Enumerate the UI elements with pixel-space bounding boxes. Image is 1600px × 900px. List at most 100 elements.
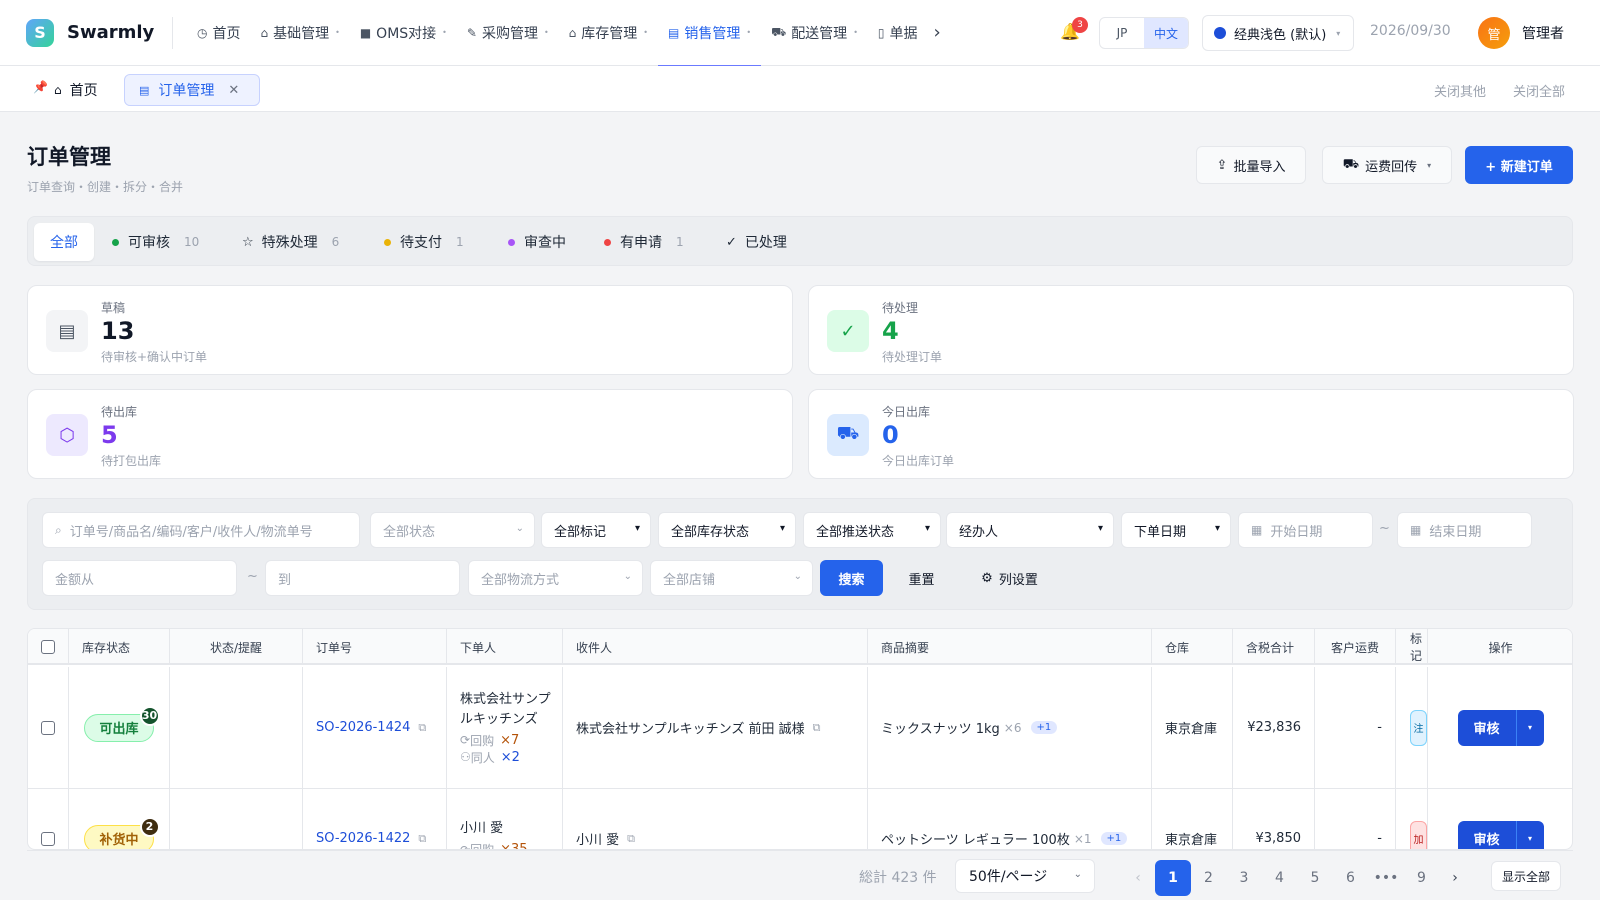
order-tag-badge[interactable]: 加 <box>1410 820 1427 849</box>
status-filter-tabs: 全部 可审核 10 ☆ 特殊处理 6 待支付 1 审查中 有申请 1 ✓ 已处理 <box>27 216 1573 266</box>
chevron-down-icon[interactable]: ▾ <box>1515 709 1544 746</box>
bulk-import-button[interactable]: ⇪ 批量导入 <box>1196 146 1306 184</box>
order-number-link[interactable]: SO-2026-1422 <box>316 831 410 846</box>
nav-item-label: OMS对接 <box>376 25 437 42</box>
shop-select[interactable]: 全部店铺 ⌄ <box>650 560 813 596</box>
card-label: 待出库 <box>101 405 138 419</box>
order-tag-badge[interactable]: 注 <box>1410 709 1427 746</box>
column-header: 标记 <box>1396 629 1428 665</box>
table-row[interactable]: 补货中 2 SO-2026-1422 ⧉ 小川 愛 ⟳ 回购 ×35 小川 愛 ⧉ ペットシーツ … <box>28 789 1572 849</box>
tab-status-4[interactable]: 审查中 <box>508 223 566 261</box>
lang-zh-button[interactable]: 中文 <box>1144 18 1188 48</box>
page-button[interactable]: 5 <box>1297 860 1333 896</box>
amount-range-separator: ~ <box>247 569 258 584</box>
product-summary-cell: ミックスナッツ 1kg ×6 +1 <box>868 667 1152 788</box>
lang-jp-button[interactable]: JP <box>1100 18 1144 48</box>
close-others-button[interactable]: 关闭其他 <box>1434 81 1486 100</box>
review-button[interactable]: 审核 <box>1457 709 1516 746</box>
new-order-button[interactable]: + 新建订单 <box>1465 146 1573 184</box>
row-checkbox[interactable] <box>41 720 55 735</box>
search-input[interactable]: ⌕ 订单号/商品名/编码/客户/收件人/物流单号 <box>42 512 360 548</box>
status-select[interactable]: 全部状态 ⌄ <box>370 512 535 548</box>
pin-icon[interactable]: 📌 <box>33 80 48 94</box>
more-products-badge[interactable]: +1 <box>1030 721 1058 734</box>
notification-bell-icon[interactable]: 🔔 3 <box>1060 17 1088 41</box>
tab-status-3[interactable]: 待支付 1 <box>384 223 464 261</box>
nav-item-5[interactable]: ▤ 销售管理 • <box>658 0 762 67</box>
push-status-select[interactable]: 全部推送状态 ▾ <box>803 512 941 548</box>
tag-cell: 注 <box>1396 667 1428 788</box>
close-all-button[interactable]: 关闭全部 <box>1513 81 1565 100</box>
prev-page-chevron-left-icon[interactable]: ‹ <box>1120 860 1156 896</box>
card-value: 13 <box>101 317 135 345</box>
more-products-badge[interactable]: +1 <box>1100 832 1128 845</box>
mark-select[interactable]: 全部标记 ▾ <box>541 512 651 548</box>
select-all-checkbox-cell[interactable] <box>28 629 69 665</box>
tab-status-0[interactable]: 全部 <box>34 223 94 261</box>
copy-icon[interactable]: ⧉ <box>627 832 635 846</box>
reset-button[interactable]: 重置 <box>890 560 953 596</box>
repeat-icon: ⟳ <box>460 733 471 747</box>
customer-freight: - <box>1377 720 1382 735</box>
operator-select[interactable]: 经办人 ▾ <box>946 512 1114 548</box>
column-settings-button[interactable]: ⚙ 列设置 <box>962 560 1057 596</box>
user-menu[interactable]: 管 管理者 <box>1478 17 1564 49</box>
copy-icon[interactable]: ⧉ <box>813 721 821 735</box>
amount-from-input[interactable]: 金额从 <box>42 560 237 596</box>
select-all-checkbox[interactable] <box>41 640 55 654</box>
close-icon[interactable]: ✕ <box>228 83 239 98</box>
chevron-down-icon: • <box>335 28 340 37</box>
chevron-down-icon: ▾ <box>634 523 640 534</box>
nav-item-6[interactable]: ⛟ 配送管理 • <box>761 0 868 66</box>
page-button[interactable]: 9 <box>1404 860 1440 896</box>
nav-item-4[interactable]: ⌂ 库存管理 • <box>559 0 658 66</box>
amount-to-input[interactable]: 到 <box>265 560 460 596</box>
theme-selector[interactable]: 经典浅色 (默认) ▾ <box>1202 15 1354 51</box>
row-checkbox[interactable] <box>41 831 55 846</box>
warehouse-name: 東京倉庫 <box>1165 722 1218 737</box>
buyer-repeat-info: ⟳ 回购 ×7 <box>460 732 519 749</box>
tab-status-5[interactable]: 有申请 1 <box>604 223 684 261</box>
order-number-link[interactable]: SO-2026-1424 <box>316 720 410 735</box>
page-button[interactable]: 6 <box>1333 860 1369 896</box>
chevron-down-icon: ▾ <box>779 523 785 534</box>
clipboard-check-icon: ✓ <box>827 310 869 352</box>
page-size-select[interactable]: 50件/ページ ⌄ <box>955 859 1095 893</box>
page-button[interactable]: ••• <box>1368 860 1404 896</box>
copy-icon[interactable]: ⧉ <box>418 832 426 846</box>
customer-freight: - <box>1377 831 1382 846</box>
review-button[interactable]: 审核 <box>1457 820 1516 849</box>
stock-status-select[interactable]: 全部库存状态 ▾ <box>658 512 796 548</box>
page-button[interactable]: 3 <box>1226 860 1262 896</box>
nav-item-7[interactable]: ▯ 单据 <box>868 0 928 66</box>
page-button[interactable]: 1 <box>1155 860 1191 896</box>
page-button[interactable]: 4 <box>1262 860 1298 896</box>
card-label: 草稿 <box>101 301 126 315</box>
status-tab-count: 6 <box>331 235 340 249</box>
logistics-select[interactable]: 全部物流方式 ⌄ <box>468 560 643 596</box>
search-button[interactable]: 搜索 <box>820 560 883 596</box>
tab-order-management[interactable]: ▤ 订单管理 ✕ <box>124 74 260 106</box>
chevron-down-icon[interactable]: ▾ <box>1515 820 1544 849</box>
date-type-select[interactable]: 下单日期 ▾ <box>1121 512 1231 548</box>
nav-item-2[interactable]: ■ OMS对接 • <box>350 0 457 66</box>
nav-more-arrow-icon[interactable]: › <box>934 22 941 43</box>
nav-item-1[interactable]: ⌂ 基础管理 • <box>250 0 349 66</box>
truck-icon: ⛟ <box>827 414 869 456</box>
next-page-chevron-right-icon[interactable]: › <box>1437 860 1473 896</box>
tab-status-2[interactable]: ☆ 特殊处理 6 <box>242 223 339 261</box>
tab-home[interactable]: ⌂ 首页 <box>54 80 98 100</box>
tab-status-1[interactable]: 可审核 10 <box>112 223 199 261</box>
nav-item-0[interactable]: ◷ 首页 <box>187 0 250 66</box>
tab-status-6[interactable]: ✓ 已处理 <box>726 223 787 261</box>
end-date-input[interactable]: ▦ 结束日期 <box>1397 512 1532 548</box>
chevron-down-icon: ⌄ <box>1073 869 1082 880</box>
copy-icon[interactable]: ⧉ <box>418 721 426 735</box>
start-date-input[interactable]: ▦ 开始日期 <box>1238 512 1373 548</box>
nav-item-3[interactable]: ✎ 采购管理 • <box>457 0 559 66</box>
freight-upload-dropdown[interactable]: ⛟ 运费回传 ▾ <box>1322 146 1452 184</box>
table-row[interactable]: 可出库 30 SO-2026-1424 ⧉ 株式会社サンプルキッチンズ ⟳ 回购 ×7 ⚇ 同… <box>28 667 1572 789</box>
show-all-button[interactable]: 显示全部 <box>1491 861 1561 891</box>
brand[interactable]: S Swarmly <box>26 18 172 47</box>
page-button[interactable]: 2 <box>1191 860 1227 896</box>
